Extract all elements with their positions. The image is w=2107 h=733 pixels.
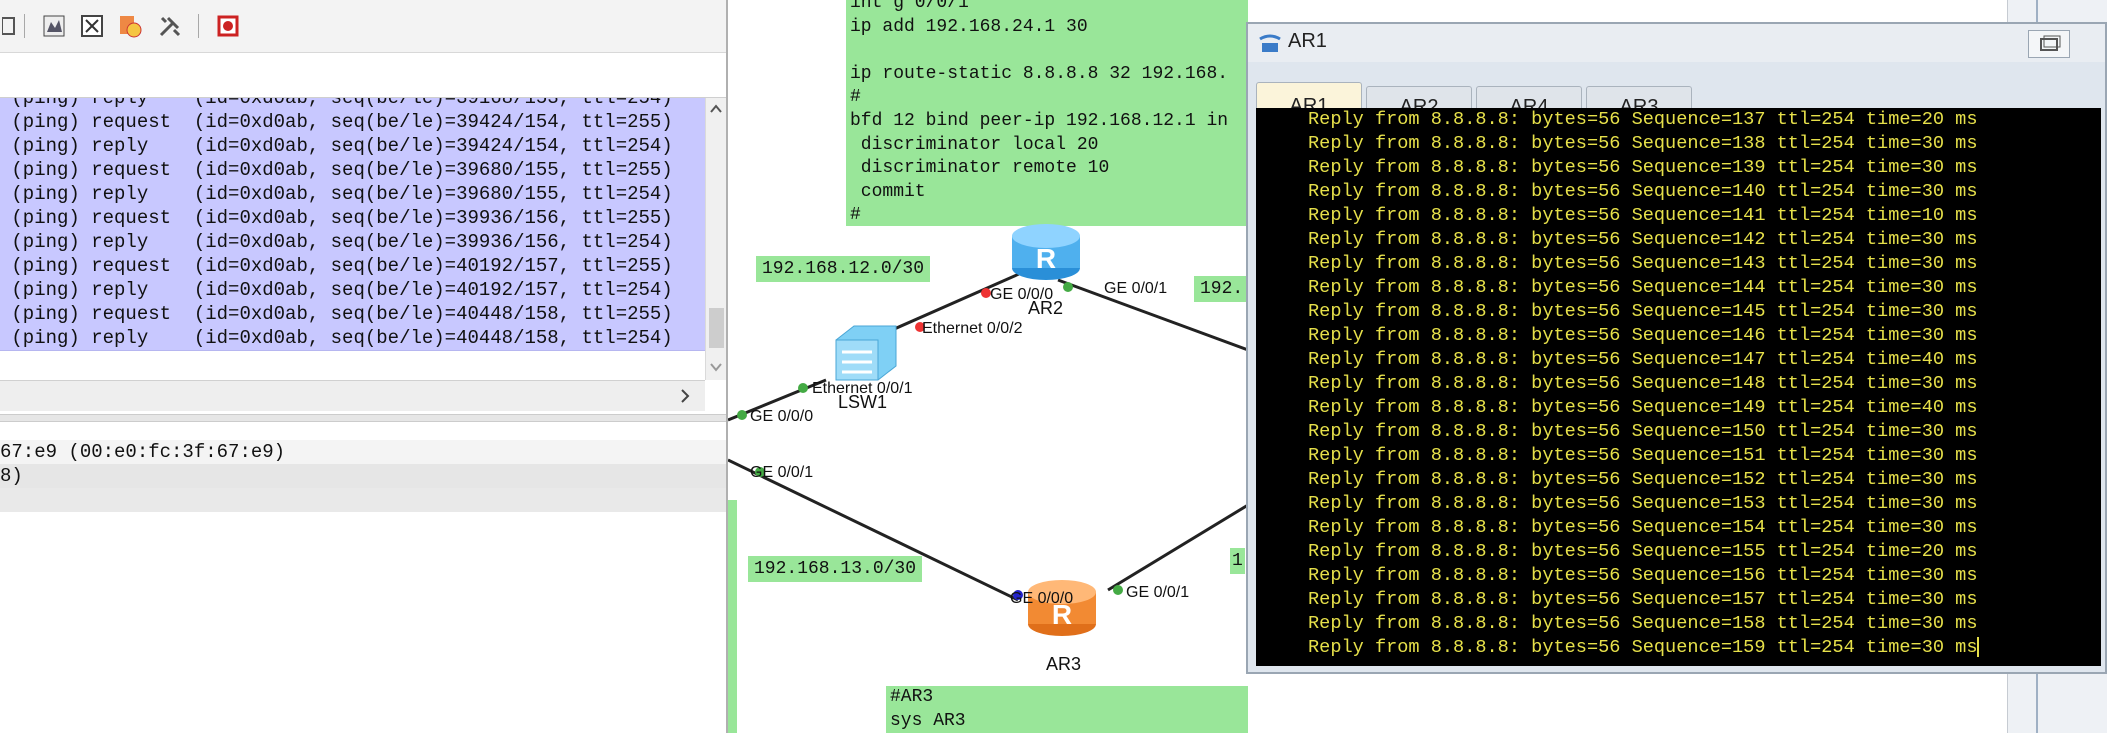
console-line: Reply from 8.8.8.8: bytes=56 Sequence=13… [1308,157,1978,178]
packet-list-vertical-scrollbar[interactable] [705,98,726,380]
console-tab-bar: AR1 AR2 AR4 AR3 [1256,64,2107,128]
console-line: Reply from 8.8.8.8: bytes=56 Sequence=15… [1308,493,1978,514]
capture-toolbar [0,0,726,53]
detail-pane-footer [0,488,726,512]
capture-options-icon[interactable] [1,14,26,38]
packet-row[interactable]: (ping) reply (id=0xd0ab, seq(be/le)=3942… [0,134,705,159]
restore-icon [2040,35,2061,51]
checkbox-filter-icon[interactable] [80,14,104,38]
console-line-text: Reply from 8.8.8.8: bytes=56 Sequence=15… [1308,637,1978,658]
packet-list: (ping) reply (id=0xd0ab, seq(be/le)=3916… [0,98,705,380]
switch-icon [835,325,897,381]
packet-row[interactable]: (ping) reply (id=0xd0ab, seq(be/le)=4019… [0,278,705,303]
svg-text:R: R [1036,243,1056,274]
console-line: Reply from 8.8.8.8: bytes=56 Sequence=14… [1308,349,1978,370]
pane-splitter[interactable] [0,414,726,422]
packet-capture-pane: (ping) reply (id=0xd0ab, seq(be/le)=3916… [0,0,726,733]
port-label: GE 0/0/0 [1010,590,1074,607]
console-line: Reply from 8.8.8.8: bytes=56 Sequence=15… [1308,469,1978,490]
port-label: GE 0/0/1 [750,464,814,481]
note-edge [728,500,737,733]
colorize-icon[interactable] [118,14,142,38]
console-line: Reply from 8.8.8.8: bytes=56 Sequence=14… [1308,181,1978,202]
console-line: Reply from 8.8.8.8: bytes=56 Sequence=13… [1308,109,1978,130]
packet-row[interactable]: (ping) request (id=0xd0ab, seq(be/le)=39… [0,110,705,135]
port-label: GE 0/0/0 [750,408,814,425]
port-dot [1113,585,1123,595]
port-label: GE 0/0/1 [1126,584,1190,601]
console-line: Reply from 8.8.8.8: bytes=56 Sequence=15… [1308,565,1978,586]
network-label[interactable]: 1 [1230,548,1245,574]
config-note-bottom[interactable]: #AR3 sys AR3 [886,686,1248,733]
packet-list-horizontal-scrollbar[interactable] [0,380,705,411]
toolbar-separator [24,14,25,38]
router-icon: R [1028,580,1096,636]
console-titlebar[interactable]: AR1 [1248,24,2105,62]
port-label: Ethernet 0/0/1 [812,380,913,397]
console-terminal[interactable]: Reply from 8.8.8.8: bytes=56 Sequence=13… [1256,108,2101,666]
text-cursor [1977,637,1980,658]
device-label-ar3[interactable]: AR3 [1046,654,1081,675]
port-dot [737,410,747,420]
packet-row[interactable]: (ping) request (id=0xd0ab, seq(be/le)=40… [0,302,705,327]
preferences-icon[interactable] [158,14,182,38]
console-line: Reply from 8.8.8.8: bytes=56 Sequence=13… [1308,133,1978,154]
packet-row[interactable]: (ping) reply (id=0xd0ab, seq(be/le)=3993… [0,230,705,255]
port-dot [798,383,808,393]
network-label[interactable]: 192. [1194,276,1248,302]
detail-row[interactable]: 67:e9 (00:e0:fc:3f:67:e9) [0,440,726,464]
link-ar3-east [1107,503,1248,592]
console-line: Reply from 8.8.8.8: bytes=56 Sequence=15… [1308,636,1980,660]
console-line: Reply from 8.8.8.8: bytes=56 Sequence=14… [1308,229,1978,250]
toolbar-separator [198,14,199,38]
port-label: GE 0/0/0 [990,286,1054,303]
stop-icon[interactable] [216,14,240,38]
console-line: Reply from 8.8.8.8: bytes=56 Sequence=14… [1308,253,1978,274]
network-label[interactable]: 192.168.13.0/30 [748,556,923,582]
packet-row[interactable]: (ping) request (id=0xd0ab, seq(be/le)=40… [0,254,705,279]
console-line: Reply from 8.8.8.8: bytes=56 Sequence=15… [1308,421,1978,442]
display-filter-bar[interactable] [0,53,726,98]
console-line: Reply from 8.8.8.8: bytes=56 Sequence=15… [1308,517,1978,538]
console-line: Reply from 8.8.8.8: bytes=56 Sequence=14… [1308,205,1978,226]
console-line: Reply from 8.8.8.8: bytes=56 Sequence=15… [1308,589,1978,610]
console-line: Reply from 8.8.8.8: bytes=56 Sequence=14… [1308,373,1978,394]
detail-row[interactable]: 8) [0,464,726,488]
packet-row[interactable]: (ping) reply (id=0xd0ab, seq(be/le)=3968… [0,182,705,207]
console-line: Reply from 8.8.8.8: bytes=56 Sequence=15… [1308,445,1978,466]
restore-button[interactable] [2028,30,2070,58]
console-line: Reply from 8.8.8.8: bytes=56 Sequence=14… [1308,277,1978,298]
console-line: Reply from 8.8.8.8: bytes=56 Sequence=14… [1308,397,1978,418]
router-icon: R [1012,224,1080,280]
port-label: Ethernet 0/0/2 [922,320,1023,337]
packet-row[interactable]: (ping) reply (id=0xd0ab, seq(be/le)=4044… [0,326,705,351]
config-note-top[interactable]: int g 0/0/1 ip add 192.168.24.1 30 ip ro… [846,0,1248,226]
packet-row[interactable]: (ping) request (id=0xd0ab, seq(be/le)=39… [0,206,705,231]
ar1-console-window[interactable]: AR1 AR1 AR2 AR4 AR3 Reply from 8.8.8.8: … [1246,22,2107,674]
console-line: Reply from 8.8.8.8: bytes=56 Sequence=15… [1308,613,1978,634]
topology-canvas[interactable]: int g 0/0/1 ip add 192.168.24.1 30 ip ro… [726,0,1248,733]
network-label[interactable]: 192.168.12.0/30 [756,256,931,282]
console-line: Reply from 8.8.8.8: bytes=56 Sequence=14… [1308,301,1978,322]
console-window-title: AR1 [1288,30,1327,52]
console-line: Reply from 8.8.8.8: bytes=56 Sequence=15… [1308,541,1978,562]
port-label: GE 0/0/1 [1104,280,1168,297]
packet-row[interactable]: (ping) request (id=0xd0ab, seq(be/le)=39… [0,158,705,183]
console-line: Reply from 8.8.8.8: bytes=56 Sequence=14… [1308,325,1978,346]
console-app-icon [1258,33,1282,60]
filter-icon[interactable] [42,14,66,38]
